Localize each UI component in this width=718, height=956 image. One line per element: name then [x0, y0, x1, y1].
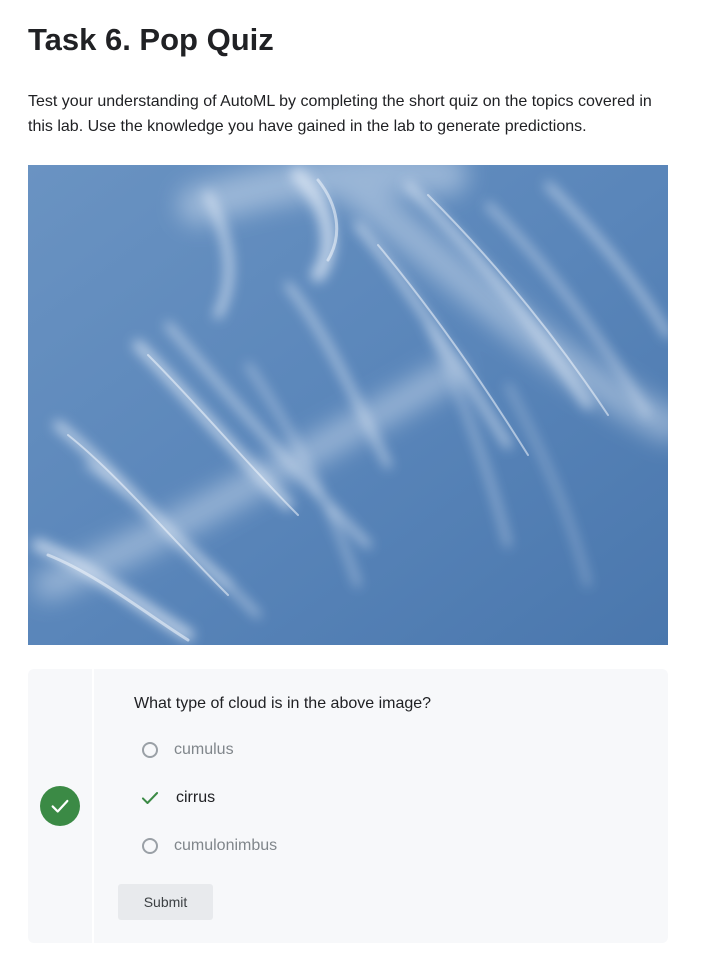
option-cirrus[interactable]: cirrus — [140, 786, 215, 810]
checkmark-icon[interactable] — [140, 788, 160, 808]
check-circle-icon — [40, 786, 80, 826]
radio-unchecked-icon[interactable] — [142, 742, 158, 758]
submit-button[interactable]: Submit — [118, 884, 213, 920]
option-label: cumulonimbus — [174, 837, 278, 854]
quiz-card: What type of cloud is in the above image… — [28, 669, 668, 943]
quiz-question: What type of cloud is in the above image… — [134, 695, 432, 712]
option-label: cumulus — [174, 741, 234, 758]
option-label: cirrus — [176, 789, 216, 806]
page-title: Task 6. Pop Quiz — [28, 22, 274, 57]
option-cumulonimbus[interactable]: cumulonimbus — [140, 834, 277, 858]
option-cumulus[interactable]: cumulus — [140, 738, 234, 762]
cirrus-cloud-image — [28, 165, 668, 645]
radio-unchecked-icon[interactable] — [142, 838, 158, 854]
check-icon — [51, 799, 69, 813]
status-gutter — [28, 669, 94, 943]
intro-paragraph: Test your understanding of AutoML by com… — [28, 93, 652, 135]
